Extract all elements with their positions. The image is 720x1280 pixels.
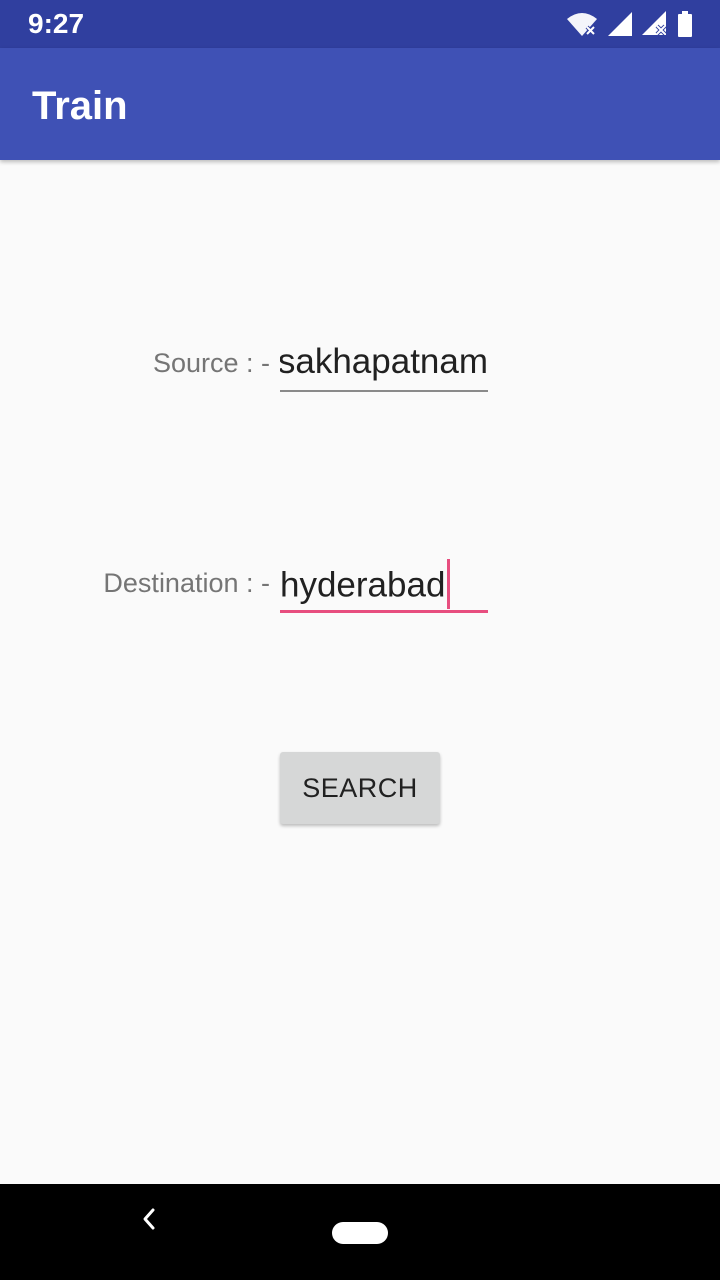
app-bar: Train bbox=[0, 48, 720, 160]
text-cursor bbox=[447, 559, 451, 609]
signal-icon bbox=[608, 12, 632, 36]
source-input[interactable]: Visakhapatnam bbox=[280, 338, 488, 392]
destination-input-value: hyderabad bbox=[280, 559, 451, 610]
search-button[interactable]: SEARCH bbox=[280, 752, 440, 824]
battery-icon bbox=[678, 11, 692, 37]
destination-input[interactable]: hyderabad bbox=[280, 558, 488, 613]
back-icon[interactable] bbox=[138, 1204, 160, 1239]
home-icon[interactable] bbox=[332, 1222, 388, 1244]
status-icons bbox=[566, 10, 692, 38]
app-title: Train bbox=[32, 84, 128, 128]
signal-no-data-icon bbox=[642, 11, 668, 37]
wifi-off-icon bbox=[566, 10, 598, 38]
destination-label: Destination : - bbox=[103, 568, 270, 598]
status-time: 9:27 bbox=[28, 8, 85, 39]
source-label: Source : - bbox=[152, 348, 270, 378]
status-bar: 9:27 bbox=[0, 0, 720, 48]
destination-input-text: hyderabad bbox=[280, 565, 446, 605]
source-input-value: Visakhapatnam bbox=[280, 342, 488, 381]
